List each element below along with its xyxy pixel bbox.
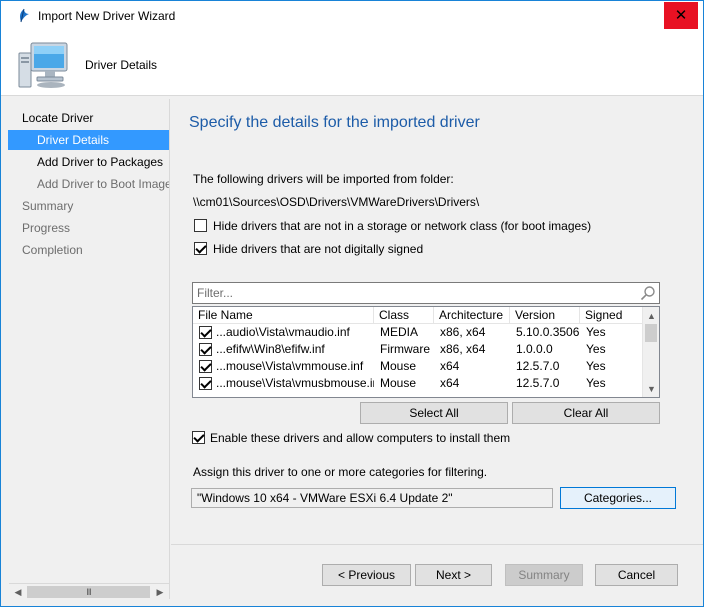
column-version[interactable]: Version xyxy=(510,307,580,324)
cell-version: 1.0.0.0 xyxy=(516,342,553,356)
nav-item-locate-driver[interactable]: Locate Driver xyxy=(8,108,93,128)
nav-item-add-driver-to-packages[interactable]: Add Driver to Packages xyxy=(8,152,163,172)
title-bar: Import New Driver Wizard ✕ xyxy=(1,1,703,32)
table-row[interactable]: ...audio\Vista\vmaudio.inf MEDIA x86, x6… xyxy=(193,324,642,341)
table-scroll-thumb[interactable] xyxy=(645,324,657,342)
table-row[interactable]: ...efifw\Win8\efifw.inf Firmware x86, x6… xyxy=(193,341,642,358)
hide-storage-label: Hide drivers that are not in a storage o… xyxy=(213,219,592,233)
cell-file-name: ...audio\Vista\vmaudio.inf xyxy=(216,325,350,339)
hide-unsigned-label: Hide drivers that are not digitally sign… xyxy=(213,242,424,256)
enable-drivers-checkbox[interactable] xyxy=(192,431,205,444)
filter-input[interactable] xyxy=(193,283,623,303)
content-title: Specify the details for the imported dri… xyxy=(189,114,480,131)
cell-architecture: x64 xyxy=(440,359,460,373)
scroll-thumb[interactable]: III xyxy=(27,586,150,598)
nav-horizontal-scrollbar[interactable]: ◀ III ▶ xyxy=(9,583,169,600)
table-vertical-scrollbar[interactable]: ▲ ▼ xyxy=(642,307,659,397)
cell-signed: Yes xyxy=(586,342,606,356)
summary-button[interactable]: Summary xyxy=(505,564,583,586)
folder-intro-label: The following drivers will be imported f… xyxy=(193,172,454,186)
cell-file-name: ...mouse\Vista\vmmouse.inf xyxy=(216,359,364,373)
column-architecture[interactable]: Architecture xyxy=(434,307,510,324)
nav-item-completion[interactable]: Completion xyxy=(8,240,83,260)
cell-version: 12.5.7.0 xyxy=(516,376,560,390)
cell-version: 5.10.0.3506 xyxy=(516,325,580,339)
categories-label: Assign this driver to one or more catego… xyxy=(193,465,488,479)
cell-class: Mouse xyxy=(380,376,417,390)
hide-storage-checkbox[interactable] xyxy=(194,219,207,232)
wizard-app-icon xyxy=(20,8,29,23)
close-icon: ✕ xyxy=(674,7,688,24)
clear-all-button[interactable]: Clear All xyxy=(512,402,660,424)
cell-architecture: x86, x64 xyxy=(440,342,486,356)
cell-signed: Yes xyxy=(586,376,606,390)
next-button[interactable]: Next > xyxy=(415,564,492,586)
nav-item-summary[interactable]: Summary xyxy=(8,196,73,216)
table-row[interactable]: ...mouse\Vista\vmusbmouse.inf Mouse x64 … xyxy=(193,375,642,392)
wizard-window: Import New Driver Wizard ✕ Driver Detail… xyxy=(0,0,704,607)
column-file-name[interactable]: File Name xyxy=(193,307,374,324)
scroll-up-icon[interactable]: ▲ xyxy=(643,307,659,324)
cell-architecture: x64 xyxy=(440,376,460,390)
search-icon[interactable] xyxy=(640,285,656,301)
table-header: File Name Class Architecture Version Sig… xyxy=(193,307,642,324)
drivers-table: File Name Class Architecture Version Sig… xyxy=(192,306,660,398)
cell-class: Mouse xyxy=(380,359,417,373)
footer-divider xyxy=(171,544,703,545)
column-signed[interactable]: Signed xyxy=(580,307,642,324)
nav-item-add-driver-to-boot-images[interactable]: Add Driver to Boot Images xyxy=(8,174,169,194)
cell-version: 12.5.7.0 xyxy=(516,359,560,373)
categories-button[interactable]: Categories... xyxy=(560,487,676,509)
close-button[interactable]: ✕ xyxy=(664,2,698,29)
wizard-header: Driver Details xyxy=(1,32,703,96)
cell-signed: Yes xyxy=(586,325,606,339)
cell-class: Firmware xyxy=(380,342,430,356)
select-all-button[interactable]: Select All xyxy=(360,402,508,424)
filter-box xyxy=(192,282,660,304)
nav-item-driver-details[interactable]: Driver Details xyxy=(8,130,169,150)
scroll-down-icon[interactable]: ▼ xyxy=(643,380,659,397)
column-class[interactable]: Class xyxy=(374,307,434,324)
window-title: Import New Driver Wizard xyxy=(38,9,176,23)
cancel-button[interactable]: Cancel xyxy=(595,564,678,586)
wizard-navigation: Locate Driver Driver Details Add Driver … xyxy=(8,99,170,599)
scroll-right-icon[interactable]: ▶ xyxy=(152,585,168,600)
cell-file-name: ...efifw\Win8\efifw.inf xyxy=(216,342,325,356)
cell-file-name: ...mouse\Vista\vmusbmouse.inf xyxy=(216,376,374,390)
page-title: Driver Details xyxy=(85,58,158,72)
cell-class: MEDIA xyxy=(380,325,419,339)
scroll-left-icon[interactable]: ◀ xyxy=(10,585,26,600)
cell-architecture: x86, x64 xyxy=(440,325,486,339)
folder-path-label: \\cm01\Sources\OSD\Drivers\VMWareDrivers… xyxy=(193,195,480,209)
nav-item-progress[interactable]: Progress xyxy=(8,218,70,238)
table-row[interactable]: ...mouse\Vista\vmmouse.inf Mouse x64 12.… xyxy=(193,358,642,375)
enable-drivers-label: Enable these drivers and allow computers… xyxy=(210,431,511,445)
hide-unsigned-checkbox[interactable] xyxy=(194,242,207,255)
previous-button[interactable]: < Previous xyxy=(322,564,411,586)
computer-icon xyxy=(18,42,68,88)
categories-field: "Windows 10 x64 - VMWare ESXi 6.4 Update… xyxy=(191,488,553,508)
cell-signed: Yes xyxy=(586,359,606,373)
